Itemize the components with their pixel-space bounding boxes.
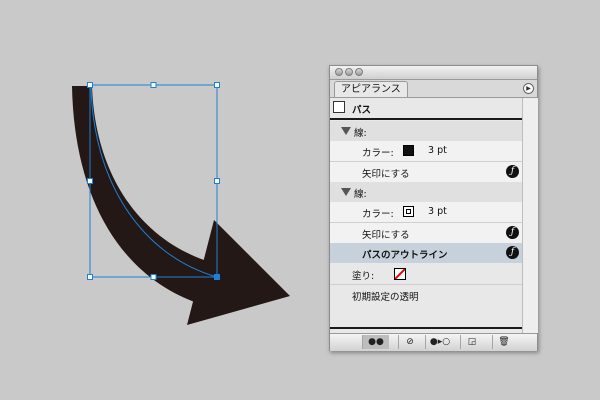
handle-top-left[interactable] bbox=[87, 82, 93, 88]
handle-top-center[interactable] bbox=[150, 82, 157, 88]
divider bbox=[330, 118, 522, 120]
transparency-label: 初期設定の透明 bbox=[352, 292, 419, 303]
effect-row[interactable]: 矢印にする ƒ bbox=[330, 223, 522, 243]
fill-row[interactable]: 塗り: bbox=[330, 264, 522, 284]
duplicate-item-icon[interactable]: ◲ bbox=[460, 335, 483, 349]
stroke-weight-value: 3 pt bbox=[428, 145, 447, 156]
item-header-row: パス bbox=[330, 98, 522, 118]
divider bbox=[330, 327, 522, 329]
curved-stroke[interactable] bbox=[72, 86, 210, 304]
effect-label: パスのアウトライン bbox=[362, 250, 448, 261]
panel-tab-row: アピアランス ▶ bbox=[330, 80, 537, 98]
handle-bottom-center[interactable] bbox=[150, 274, 157, 280]
outline-swatch-icon[interactable] bbox=[403, 206, 414, 217]
new-art-maintains-appearance-icon[interactable]: ●● bbox=[362, 335, 389, 349]
minimize-window-icon[interactable] bbox=[345, 68, 353, 76]
stroke-row[interactable]: 線: bbox=[330, 182, 522, 202]
trash-icon[interactable]: 🗑 bbox=[492, 335, 515, 349]
default-transparency-row[interactable]: 初期設定の透明 bbox=[330, 285, 522, 305]
panel-bottom-toolbar: ●● ⊘ ●▸○ ◲ 🗑 bbox=[330, 333, 537, 351]
fx-effect-icon[interactable]: ƒ bbox=[506, 165, 519, 178]
black-swatch-icon[interactable] bbox=[403, 145, 414, 156]
fx-effect-icon[interactable]: ƒ bbox=[506, 226, 519, 239]
tab-appearance[interactable]: アピアランス bbox=[334, 81, 408, 97]
disclosure-triangle-icon[interactable] bbox=[341, 127, 351, 135]
effect-label: 矢印にする bbox=[362, 169, 410, 180]
stroke-label: 線: bbox=[354, 189, 367, 200]
panel-scrollbar[interactable] bbox=[522, 98, 538, 333]
stroke-row[interactable]: 線: bbox=[330, 121, 522, 141]
fill-label: 塗り: bbox=[352, 271, 375, 282]
outline-path-effect-row[interactable]: パスのアウトライン ƒ bbox=[330, 243, 522, 263]
color-label: カラー: bbox=[362, 209, 394, 220]
reduce-to-basic-icon[interactable]: ●▸○ bbox=[425, 335, 454, 349]
handle-bottom-left[interactable] bbox=[87, 274, 93, 280]
appearance-panel: アピアランス ▶ パス 線: カラー: 3 pt 矢印にする ƒ 線: カラー:… bbox=[329, 65, 538, 351]
stroke-color-row[interactable]: カラー: 3 pt bbox=[330, 141, 522, 161]
zoom-window-icon[interactable] bbox=[355, 68, 363, 76]
stroke-color-row[interactable]: カラー: 3 pt bbox=[330, 202, 522, 222]
color-label: カラー: bbox=[362, 148, 394, 159]
item-header-label: パス bbox=[352, 105, 372, 116]
handle-middle-right[interactable] bbox=[214, 178, 220, 184]
path-thumbnail-icon bbox=[333, 101, 345, 113]
handle-top-right[interactable] bbox=[214, 82, 220, 88]
handle-middle-left[interactable] bbox=[87, 178, 93, 184]
panel-titlebar[interactable] bbox=[330, 66, 537, 80]
effect-row[interactable]: 矢印にする ƒ bbox=[330, 162, 522, 182]
stroke-weight-value: 3 pt bbox=[428, 206, 447, 217]
effect-label: 矢印にする bbox=[362, 230, 410, 241]
fx-effect-icon[interactable]: ƒ bbox=[506, 246, 519, 259]
close-window-icon[interactable] bbox=[335, 68, 343, 76]
clear-appearance-icon[interactable]: ⊘ bbox=[398, 335, 421, 349]
disclosure-triangle-icon[interactable] bbox=[341, 188, 351, 196]
panel-menu-icon[interactable]: ▶ bbox=[523, 83, 534, 94]
anchor-point-end[interactable] bbox=[214, 274, 220, 280]
stroke-label: 線: bbox=[354, 128, 367, 139]
none-swatch-icon[interactable] bbox=[394, 268, 406, 280]
